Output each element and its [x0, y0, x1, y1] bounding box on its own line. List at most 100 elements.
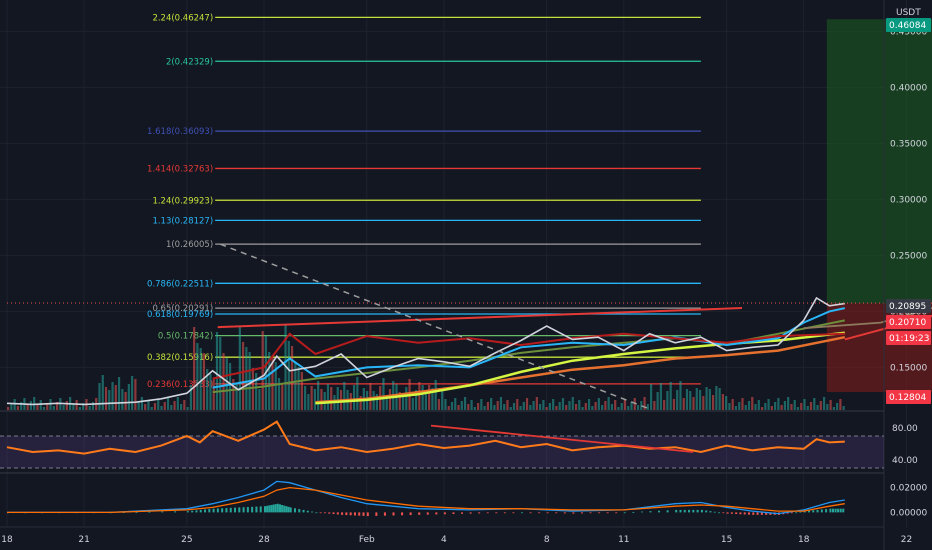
volume-bar: [578, 400, 581, 410]
macd-histogram-bar: [208, 509, 211, 513]
macd-histogram-bar: [700, 509, 703, 513]
macd-histogram-bar: [640, 511, 643, 513]
volume-bar: [512, 403, 516, 410]
volume-bar: [712, 395, 715, 410]
time-tick-label: 4: [441, 535, 447, 545]
volume-bar: [49, 399, 52, 410]
volume-bar: [369, 383, 372, 410]
macd-histogram-bar: [293, 508, 296, 513]
volume-bar: [313, 389, 317, 410]
volume-bar: [317, 381, 320, 410]
macd-histogram-bar: [632, 511, 635, 513]
macd-histogram-bar: [709, 511, 712, 513]
macd-histogram-bar: [705, 510, 708, 513]
volume-bar: [411, 398, 414, 410]
macd-histogram-bar: [692, 509, 695, 513]
volume-bar: [783, 401, 787, 410]
macd-histogram-bar: [353, 512, 356, 516]
macd-histogram-bar: [401, 512, 404, 516]
volume-bar: [490, 398, 493, 410]
macd-histogram-bar: [212, 508, 215, 513]
macd-histogram-bar: [831, 508, 834, 513]
volume-bar: [669, 382, 672, 410]
fib-level-label: 0.618(0.19769): [147, 310, 213, 320]
volume-bar: [767, 399, 770, 410]
volume-bar: [607, 397, 610, 410]
macd-histogram-bar: [238, 507, 241, 513]
macd-histogram-bar: [274, 504, 277, 513]
volume-bar: [692, 397, 695, 410]
macd-histogram-bar: [328, 512, 331, 514]
volume-bar: [186, 407, 189, 410]
macd-histogram-bar: [270, 504, 273, 513]
macd-histogram-bar: [216, 508, 219, 513]
volume-bar: [75, 400, 78, 410]
macd-histogram-bar: [319, 512, 322, 514]
volume-bar: [424, 393, 427, 410]
volume-bar: [153, 403, 157, 410]
time-tick-label: 22: [901, 535, 912, 545]
volume-bar: [548, 403, 552, 410]
fib-level-label: 1(0.26005): [166, 240, 213, 250]
macd-histogram-bar: [623, 512, 626, 514]
macd-histogram-bar: [739, 512, 742, 515]
macd-histogram-bar: [839, 508, 842, 513]
volume-bar: [418, 382, 421, 410]
volume-bar: [708, 389, 711, 410]
volume-bar: [705, 387, 708, 410]
volume-bar: [52, 406, 55, 410]
trading-chart[interactable]: 2.24(0.46247) 2(0.42329) 1.618(0.36093) 1.4…: [0, 0, 932, 550]
macd-histogram-bar: [418, 512, 421, 515]
macd-histogram-bar: [358, 512, 361, 516]
volume-bar: [519, 406, 522, 410]
macd-tick-label: 0.02000: [890, 484, 927, 494]
fib-level-label: 0.5(0.17842): [158, 332, 213, 342]
macd-histogram-bar: [349, 512, 352, 516]
volume-bar: [666, 391, 669, 410]
price-tag-label: 01:19:23: [889, 334, 929, 344]
price-tick-label: 0.35000: [890, 139, 927, 149]
volume-bar: [196, 343, 199, 410]
volume-bar: [39, 400, 42, 410]
time-tick-label: 18: [798, 535, 810, 545]
macd-histogram-bar: [580, 512, 583, 514]
volume-bar: [258, 389, 261, 410]
macd-histogram-bar: [799, 511, 802, 513]
macd-histogram-bar: [191, 510, 194, 513]
volume-bar: [555, 406, 558, 410]
volume-bar: [460, 401, 463, 410]
macd-histogram-bar: [229, 507, 232, 513]
volume-bar: [738, 402, 741, 410]
volume-bar: [715, 386, 718, 410]
macd-histogram-bar: [486, 512, 489, 514]
macd-histogram-bar: [199, 509, 202, 513]
volume-bar: [754, 404, 757, 410]
volume-bar: [623, 399, 627, 410]
volume-bar: [630, 402, 633, 410]
volume-bar: [33, 397, 36, 410]
macd-histogram-bar: [572, 512, 575, 514]
macd-histogram-bar: [743, 512, 746, 515]
volume-bar: [242, 342, 245, 410]
volume-bar: [176, 397, 179, 410]
volume-bar: [209, 374, 212, 410]
volume-bar: [121, 389, 124, 410]
volume-bar: [610, 404, 614, 410]
volume-bar: [725, 396, 728, 410]
volume-bar: [774, 402, 777, 410]
price-tick-label: 0.40000: [890, 83, 927, 93]
volume-bar: [646, 404, 649, 410]
volume-bar: [261, 331, 264, 410]
volume-bar: [803, 399, 806, 410]
volume-bar: [539, 404, 542, 410]
volume-bar: [336, 387, 339, 410]
volume-bar: [731, 399, 734, 410]
time-tick-label: 21: [78, 535, 89, 545]
macd-histogram-bar: [756, 512, 759, 515]
volume-bar: [382, 378, 385, 410]
macd-histogram-bar: [259, 506, 262, 513]
volume-bar: [780, 405, 783, 410]
volume-bar: [277, 378, 281, 410]
volume-bar: [454, 398, 457, 410]
volume-bar: [88, 406, 91, 410]
